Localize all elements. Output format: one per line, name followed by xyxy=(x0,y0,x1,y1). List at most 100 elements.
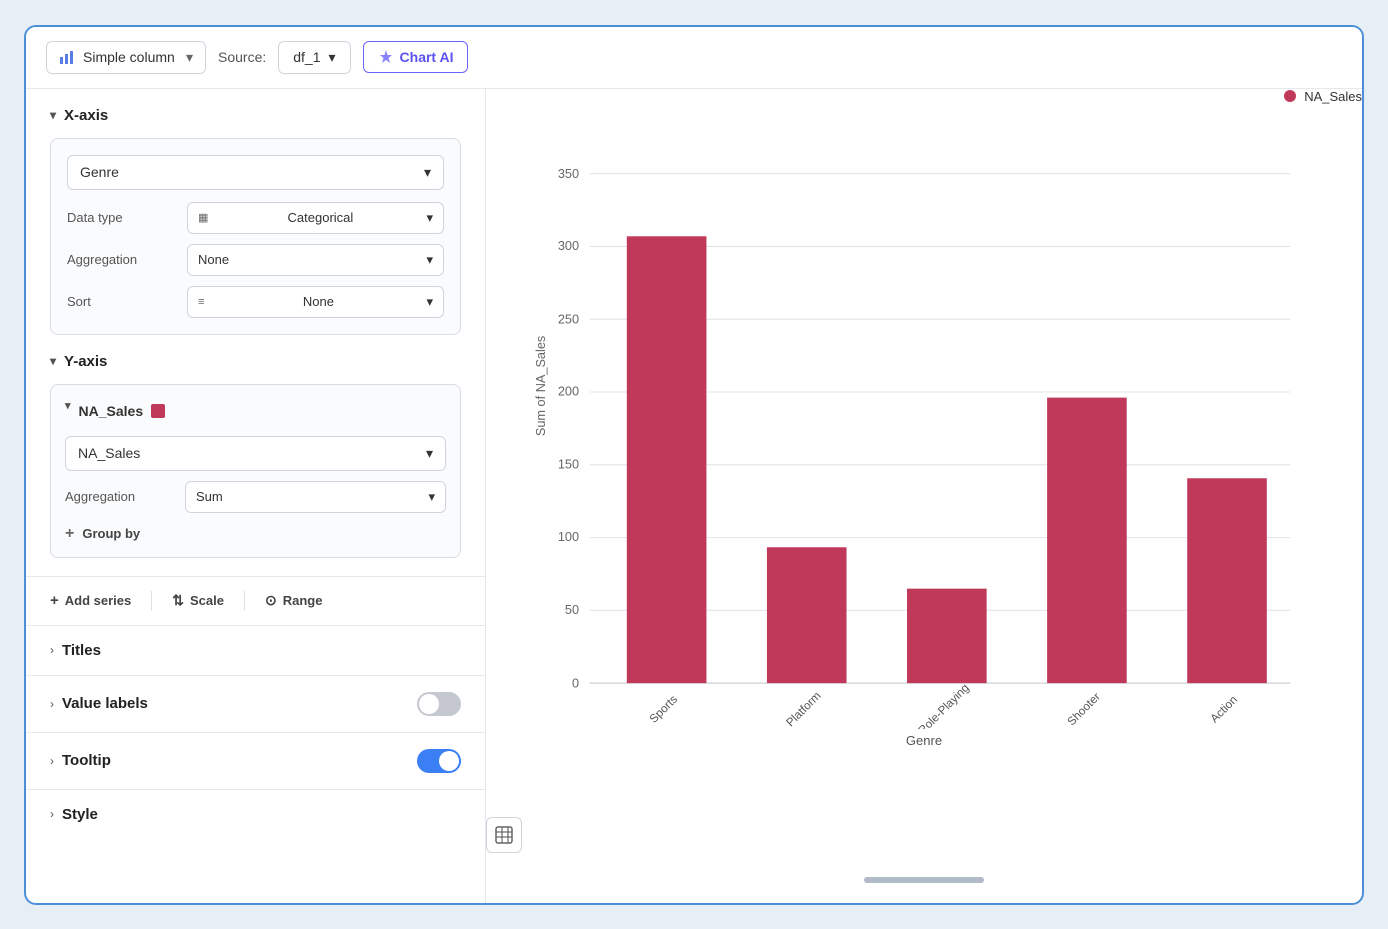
x-axis-chevron: ▾ xyxy=(50,108,56,122)
y-aggregation-select[interactable]: Sum ▾ xyxy=(185,481,446,513)
chart-svg: Sum of NA_Sales 350 300 250 xyxy=(526,149,1322,729)
titles-chevron: › xyxy=(50,643,54,657)
aggregation-label: Aggregation xyxy=(67,252,177,267)
y-tick-200: 200 xyxy=(558,383,579,398)
y-aggregation-row: Aggregation Sum ▾ xyxy=(65,481,446,513)
titles-section[interactable]: › Titles xyxy=(26,625,485,675)
bar-role-playing[interactable] xyxy=(907,588,987,682)
style-section[interactable]: › Style xyxy=(26,789,485,839)
tooltip-section[interactable]: › Tooltip xyxy=(26,732,485,789)
source-select[interactable]: df_1 ▾ xyxy=(278,41,350,74)
content-area: ▾ X-axis Genre ▾ Data type ▦ Categorical… xyxy=(26,89,1362,903)
tooltip-label: Tooltip xyxy=(62,752,409,769)
na-sales-series-name: NA_Sales xyxy=(79,403,144,419)
chart-ai-button[interactable]: Chart AI xyxy=(363,41,469,73)
bar-platform[interactable] xyxy=(767,547,847,683)
chart-type-chevron: ▾ xyxy=(186,49,193,66)
value-labels-toggle[interactable] xyxy=(417,692,461,716)
x-label-action: Action xyxy=(1208,693,1240,725)
sort-row: Sort ≡ None ▾ xyxy=(67,286,444,318)
group-by-row[interactable]: + Group by xyxy=(65,525,446,543)
y-axis-label: Sum of NA_Sales xyxy=(533,335,548,435)
y-aggregation-value: Sum xyxy=(196,489,223,504)
value-labels-section[interactable]: › Value labels xyxy=(26,675,485,732)
x-axis-label: X-axis xyxy=(64,107,108,124)
chart-type-select[interactable]: Simple column ▾ xyxy=(46,41,206,74)
data-type-row: Data type ▦ Categorical ▾ xyxy=(67,202,444,234)
table-view-button[interactable] xyxy=(486,817,522,853)
sort-select[interactable]: ≡ None ▾ xyxy=(187,286,444,318)
data-type-value: Categorical xyxy=(288,210,354,225)
column-chart-icon xyxy=(59,49,75,65)
genre-chevron: ▾ xyxy=(424,164,431,181)
value-labels-label: Value labels xyxy=(62,695,409,712)
data-type-chevron: ▾ xyxy=(426,210,433,226)
sort-value: None xyxy=(303,294,334,309)
left-panel: ▾ X-axis Genre ▾ Data type ▦ Categorical… xyxy=(26,89,486,903)
action-divider-1 xyxy=(151,591,152,611)
y-axis-header[interactable]: ▾ Y-axis xyxy=(50,353,461,370)
add-series-button[interactable]: + Add series xyxy=(50,592,131,609)
value-labels-knob xyxy=(419,694,439,714)
chart-bottom-bar xyxy=(526,865,1322,883)
legend-dot xyxy=(1284,90,1296,102)
bar-action[interactable] xyxy=(1187,478,1267,683)
x-axis-label-text: Genre xyxy=(906,733,942,748)
na-sales-color-swatch[interactable] xyxy=(151,404,165,418)
action-divider-2 xyxy=(244,591,245,611)
y-axis-chevron: ▾ xyxy=(50,354,56,368)
y-tick-300: 300 xyxy=(558,238,579,253)
aggregation-chevron: ▾ xyxy=(426,252,433,268)
scale-icon: ⇅ xyxy=(172,592,184,609)
y-aggregation-chevron: ▾ xyxy=(428,489,435,505)
titles-label: Titles xyxy=(62,642,461,659)
bar-sports[interactable] xyxy=(627,236,707,683)
sort-chevron: ▾ xyxy=(426,294,433,310)
sort-label: Sort xyxy=(67,294,177,309)
na-sales-chevron: ▾ xyxy=(65,399,71,412)
y-axis-box: ▾ NA_Sales NA_Sales ▾ Aggregation Sum ▾ xyxy=(50,384,461,558)
data-type-label: Data type xyxy=(67,210,177,225)
genre-select[interactable]: Genre ▾ xyxy=(67,155,444,190)
add-series-label: Add series xyxy=(65,593,131,608)
tooltip-knob xyxy=(439,751,459,771)
x-axis-label: Genre xyxy=(526,733,1322,748)
y-tick-100: 100 xyxy=(558,528,579,543)
tooltip-chevron: › xyxy=(50,754,54,768)
group-by-plus-icon: + xyxy=(65,525,74,543)
aggregation-select[interactable]: None ▾ xyxy=(187,244,444,276)
source-label: Source: xyxy=(218,49,266,65)
chart-ai-label: Chart AI xyxy=(400,49,454,65)
style-chevron: › xyxy=(50,807,54,821)
na-sales-field-chevron: ▾ xyxy=(426,445,433,462)
chart-legend: NA_Sales xyxy=(1284,89,1362,104)
range-button[interactable]: ⊙ Range xyxy=(265,592,322,609)
x-label-platform: Platform xyxy=(784,689,824,729)
right-panel: NA_Sales Sum of NA_Sales 350 xyxy=(486,89,1362,903)
y-tick-50: 50 xyxy=(565,602,579,617)
tooltip-toggle[interactable] xyxy=(417,749,461,773)
sort-icon: ≡ xyxy=(198,296,204,308)
scale-button[interactable]: ⇅ Scale xyxy=(172,592,224,609)
aggregation-row: Aggregation None ▾ xyxy=(67,244,444,276)
add-series-plus-icon: + xyxy=(50,592,59,609)
x-label-role-playing: Role-Playing xyxy=(916,681,972,729)
na-sales-field-select[interactable]: NA_Sales ▾ xyxy=(65,436,446,471)
x-axis-header[interactable]: ▾ X-axis xyxy=(50,107,461,124)
na-sales-header: ▾ NA_Sales xyxy=(65,399,446,424)
range-icon: ⊙ xyxy=(265,592,277,609)
source-value: df_1 xyxy=(293,49,320,65)
source-chevron: ▾ xyxy=(329,49,336,66)
chart-svg-container: Sum of NA_Sales 350 300 250 xyxy=(526,149,1322,729)
data-type-select[interactable]: ▦ Categorical ▾ xyxy=(187,202,444,234)
chart-area: Sum of NA_Sales 350 300 250 xyxy=(526,119,1322,865)
table-icon xyxy=(495,826,513,844)
group-by-label: Group by xyxy=(82,526,140,541)
scroll-handle[interactable] xyxy=(864,877,984,883)
y-tick-0: 0 xyxy=(572,675,579,690)
bar-shooter[interactable] xyxy=(1047,397,1127,682)
x-label-shooter: Shooter xyxy=(1065,690,1103,728)
range-label: Range xyxy=(283,593,323,608)
scale-label: Scale xyxy=(190,593,224,608)
y-tick-150: 150 xyxy=(558,456,579,471)
